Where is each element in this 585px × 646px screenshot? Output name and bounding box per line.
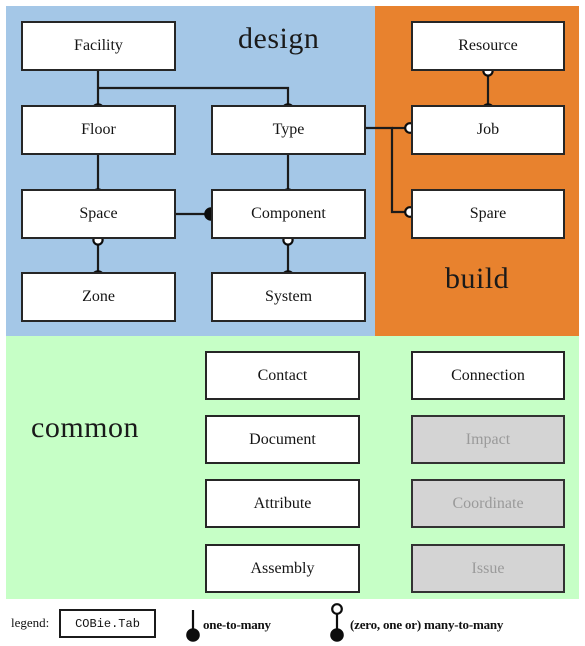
entity-label: Connection — [451, 366, 525, 384]
entity-label: Impact — [465, 430, 511, 448]
legend-tab-label: COBie.Tab — [75, 616, 140, 631]
zone-title-design: design — [238, 22, 320, 55]
entity-label: Resource — [458, 37, 518, 54]
entity-box-job[interactable]: Job — [411, 105, 565, 155]
legend-one-to-many-label: one-to-many — [203, 617, 271, 632]
entity-box-issue[interactable]: Issue — [411, 544, 565, 593]
entity-box-impact[interactable]: Impact — [411, 415, 565, 464]
cobie-schema-diagram: design build common Facility Floor Type … — [0, 0, 585, 646]
entity-box-attribute[interactable]: Attribute — [205, 479, 360, 528]
entity-label: Issue — [471, 559, 505, 577]
entity-label: Component — [251, 205, 326, 222]
entity-label: Type — [272, 121, 305, 138]
entity-box-component[interactable]: Component — [211, 189, 366, 239]
entity-box-zone[interactable]: Zone — [21, 272, 176, 322]
entity-box-connection[interactable]: Connection — [411, 351, 565, 400]
entity-label: System — [264, 288, 313, 305]
entity-box-resource[interactable]: Resource — [411, 21, 565, 71]
entity-label: Job — [476, 121, 500, 138]
entity-box-assembly[interactable]: Assembly — [205, 544, 360, 593]
entity-label: Coordinate — [452, 494, 524, 512]
entity-box-contact[interactable]: Contact — [205, 351, 360, 400]
entity-label: Floor — [81, 121, 116, 138]
entity-label: Document — [249, 430, 316, 448]
entity-label: Facility — [74, 37, 123, 54]
zone-title-build: build — [445, 262, 510, 295]
entity-label: Contact — [257, 366, 308, 384]
legend-many-to-many-label: (zero, one or) many-to-many — [350, 617, 504, 632]
entity-box-type[interactable]: Type — [211, 105, 366, 155]
entity-label: Spare — [469, 205, 507, 222]
entity-label: Attribute — [253, 494, 312, 512]
entity-box-space[interactable]: Space — [21, 189, 176, 239]
zone-title-common: common — [31, 411, 139, 444]
entity-label: Space — [79, 205, 118, 222]
entity-box-coordinate[interactable]: Coordinate — [411, 479, 565, 528]
entity-box-spare[interactable]: Spare — [411, 189, 565, 239]
entity-label: Zone — [82, 288, 115, 305]
entity-box-system[interactable]: System — [211, 272, 366, 322]
entity-box-floor[interactable]: Floor — [21, 105, 176, 155]
legend-tab-box: COBie.Tab — [59, 609, 156, 638]
legend-title: legend: — [11, 615, 50, 630]
entity-label: Assembly — [250, 559, 315, 577]
legend: legend: COBie.Tab one-to-many (zero, one… — [0, 601, 585, 646]
entity-box-facility[interactable]: Facility — [21, 21, 176, 71]
entity-box-document[interactable]: Document — [205, 415, 360, 464]
